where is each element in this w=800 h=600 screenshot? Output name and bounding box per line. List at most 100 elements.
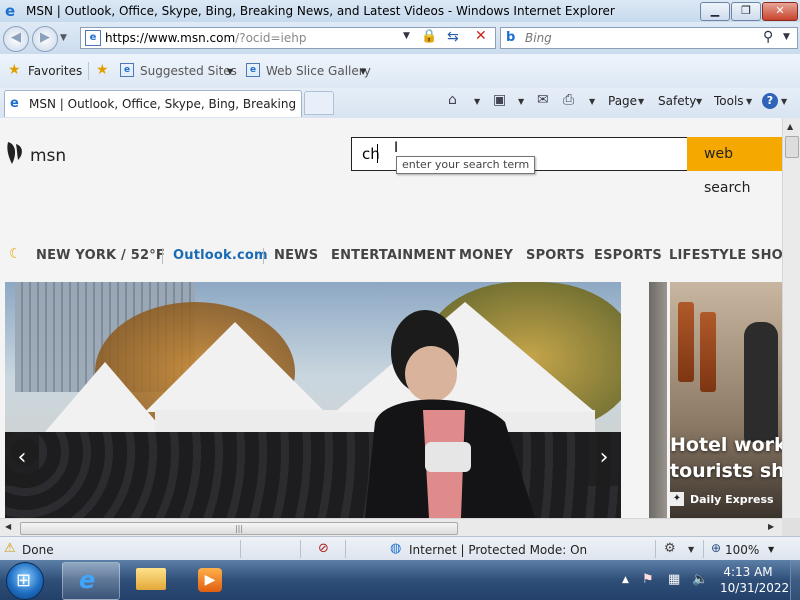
read-mail-icon[interactable]: ✉: [537, 92, 549, 108]
web-slice-gallery-link[interactable]: Web Slice Gallery: [266, 64, 371, 78]
page-icon: e: [85, 30, 101, 46]
bing-search-box[interactable]: b Bing ⚲ ▼: [500, 27, 798, 49]
add-to-favorites-bar-icon[interactable]: ★: [96, 62, 109, 78]
print-icon[interactable]: ⎙: [563, 92, 574, 108]
vertical-scrollbar[interactable]: ▲: [782, 118, 800, 518]
tab-msn[interactable]: e MSN | Outlook, Office, Skype, Bing, Br…: [4, 90, 302, 117]
side-card-edge: [649, 282, 667, 518]
network-icon[interactable]: ▦: [668, 572, 680, 587]
nav-news[interactable]: NEWS: [274, 248, 318, 263]
new-tab-button[interactable]: [304, 91, 334, 115]
favorites-divider: [88, 62, 89, 80]
windows-logo-icon: ⊞: [16, 570, 32, 591]
scroll-up-arrow-icon[interactable]: ▲: [787, 122, 793, 131]
taskbar-internet-explorer[interactable]: e: [62, 562, 120, 600]
show-hidden-icons-icon[interactable]: ▲: [622, 575, 629, 585]
taskbar-media-player[interactable]: ▶: [184, 562, 240, 598]
volume-icon[interactable]: 🔈: [692, 572, 708, 587]
nav-sports[interactable]: SPORTS: [526, 248, 585, 263]
close-button[interactable]: ✕: [762, 2, 798, 21]
nav-lifestyle[interactable]: LIFESTYLE: [669, 248, 747, 263]
page-menu[interactable]: Page: [608, 94, 637, 108]
tools-menu[interactable]: Tools: [714, 94, 744, 108]
nav-entertainment[interactable]: ENTERTAINMENT: [331, 248, 456, 263]
zoom-dropdown-icon[interactable]: ▼: [768, 545, 774, 554]
tools-menu-dropdown-icon[interactable]: ▼: [746, 97, 752, 106]
navigation-bar: ◀ ▶ ▼ e https://www.msn.com/?ocid=iehp ▼…: [0, 22, 800, 54]
protected-mode-dropdown-icon[interactable]: ▼: [688, 545, 694, 554]
lock-icon[interactable]: 🔒: [421, 29, 437, 45]
tab-label: MSN | Outlook, Office, Skype, Bing, Brea…: [29, 97, 297, 111]
carousel-next-button[interactable]: ›: [587, 432, 621, 486]
horizontal-scroll-thumb[interactable]: |||: [20, 522, 458, 535]
ie-logo-icon: e: [5, 2, 16, 20]
protected-mode-icon[interactable]: ⚙: [664, 541, 676, 556]
msn-logo-text[interactable]: msn: [30, 146, 66, 166]
clock-date: 10/31/2022: [720, 581, 790, 595]
vertical-scroll-thumb[interactable]: [785, 136, 799, 158]
maximize-button[interactable]: ❐: [731, 2, 761, 21]
start-button[interactable]: ⊞: [6, 562, 44, 600]
daily-express-icon: ✦: [670, 492, 684, 506]
card-image-coat: [744, 322, 778, 442]
help-icon[interactable]: ?: [762, 93, 778, 109]
refresh-icon[interactable]: ⇆: [447, 29, 459, 45]
security-zone-text[interactable]: Internet | Protected Mode: On: [409, 543, 587, 557]
internet-zone-icon[interactable]: ◍: [390, 541, 401, 556]
nav-outlook[interactable]: Outlook.com: [173, 248, 268, 263]
feeds-dropdown-icon[interactable]: ▼: [518, 97, 524, 106]
suggested-sites-icon: e: [120, 63, 134, 77]
warning-icon[interactable]: ⚠: [4, 541, 16, 556]
hero-carousel-image[interactable]: ‹ ›: [5, 282, 621, 518]
nav-shopping[interactable]: SHOI: [751, 248, 782, 263]
folder-icon: [136, 568, 166, 590]
status-divider: [703, 540, 704, 558]
nav-weather[interactable]: NEW YORK / 52°F: [36, 248, 165, 263]
print-dropdown-icon[interactable]: ▼: [589, 97, 595, 106]
page-menu-dropdown-icon[interactable]: ▼: [638, 97, 644, 106]
side-news-card[interactable]: Hotel worker tourists shou ✦ Daily Expre…: [670, 282, 782, 518]
recent-pages-dropdown-icon[interactable]: ▼: [60, 33, 67, 43]
nav-divider: [162, 248, 163, 264]
privacy-report-icon[interactable]: ⊘: [318, 541, 329, 556]
home-icon[interactable]: ⌂: [448, 92, 457, 108]
bing-search-placeholder[interactable]: Bing: [525, 31, 552, 45]
side-card-headline[interactable]: Hotel worker tourists shou: [670, 432, 782, 484]
scroll-right-arrow-icon[interactable]: ▶: [768, 522, 774, 531]
web-search-button[interactable]: web search: [687, 137, 782, 196]
web-slice-gallery-dropdown-icon[interactable]: ▼: [360, 67, 366, 76]
safety-menu-dropdown-icon[interactable]: ▼: [696, 97, 702, 106]
feeds-icon[interactable]: ▣: [493, 92, 506, 108]
carousel-prev-button[interactable]: ‹: [5, 432, 39, 486]
address-url[interactable]: https://www.msn.com/?ocid=iehp: [105, 31, 306, 45]
moon-weather-icon[interactable]: ☾: [9, 246, 22, 262]
scroll-left-arrow-icon[interactable]: ◀: [5, 522, 11, 531]
stop-icon[interactable]: ✕: [475, 28, 487, 44]
address-bar[interactable]: e https://www.msn.com/?ocid=iehp ▼ 🔒 ⇆ ✕: [80, 27, 496, 49]
status-bar: ⚠ Done ⊘ ◍ Internet | Protected Mode: On…: [0, 536, 800, 561]
taskbar-windows-explorer[interactable]: [124, 562, 180, 598]
favorites-star-icon: ★: [8, 62, 21, 78]
nav-money[interactable]: MONEY: [459, 248, 513, 263]
msn-butterfly-logo-icon[interactable]: [6, 140, 24, 166]
search-icon[interactable]: ⚲: [763, 29, 773, 45]
safety-menu[interactable]: Safety: [658, 94, 696, 108]
zoom-level[interactable]: 100%: [725, 543, 759, 557]
address-dropdown-icon[interactable]: ▼: [403, 31, 410, 41]
zoom-icon[interactable]: ⊕: [711, 541, 721, 555]
favorites-button[interactable]: Favorites: [28, 64, 82, 78]
back-button[interactable]: ◀: [3, 26, 29, 52]
tab-row: e MSN | Outlook, Office, Skype, Bing, Br…: [0, 88, 800, 119]
home-dropdown-icon[interactable]: ▼: [474, 97, 480, 106]
action-center-flag-icon[interactable]: ⚑: [642, 572, 654, 587]
nav-esports[interactable]: ESPORTS: [594, 248, 662, 263]
forward-button[interactable]: ▶: [32, 26, 58, 52]
horizontal-scrollbar[interactable]: ◀ ||| ▶: [0, 518, 782, 537]
suggested-sites-link[interactable]: Suggested Sites: [140, 64, 237, 78]
minimize-button[interactable]: ▁: [700, 2, 730, 21]
system-clock[interactable]: 4:13 AM 10/31/2022: [720, 564, 790, 596]
suggested-sites-dropdown-icon[interactable]: ▼: [227, 67, 233, 76]
show-desktop-button[interactable]: [790, 560, 800, 600]
help-dropdown-icon[interactable]: ▼: [781, 97, 787, 106]
search-options-dropdown-icon[interactable]: ▼: [783, 32, 790, 42]
